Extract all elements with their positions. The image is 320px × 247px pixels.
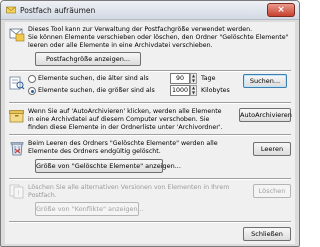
days-unit-label: Tage	[201, 75, 216, 82]
conflicts-icon: !	[9, 184, 24, 199]
svg-text:!: !	[17, 190, 19, 197]
larger-than-size-input[interactable]: 1000	[170, 85, 190, 96]
separator	[9, 70, 291, 72]
autoarchive-button[interactable]: AutoArchivieren	[239, 108, 292, 122]
larger-than-size-stepper[interactable]: ▲ ▼	[190, 85, 197, 96]
delete-conflicts-button[interactable]: Löschen	[253, 184, 291, 198]
separator	[9, 221, 291, 223]
older-than-days-input[interactable]: 90	[170, 73, 190, 84]
autoarchive-icon	[9, 110, 24, 123]
deleted-items-icon	[10, 142, 24, 156]
kilobytes-unit-label: Kilobytes	[201, 87, 230, 94]
close-window-button[interactable]: ×	[267, 3, 295, 17]
search-button[interactable]: Suchen...	[243, 74, 287, 88]
separator	[9, 178, 291, 180]
autoarchive-description-line3: finden diese Elemente in der Ordnerliste…	[28, 124, 223, 131]
show-conflicts-size-button[interactable]: Größe von "Konflikte" anzeigen...	[35, 202, 144, 216]
empty-deleted-description-line2: Elemente des Ordners endgültig gelöscht.	[28, 148, 161, 155]
larger-than-radio[interactable]	[28, 87, 36, 95]
mailbox-tool-icon	[9, 28, 25, 42]
section1-description-line1: Dieses Tool kann zur Verwaltung der Post…	[28, 26, 253, 33]
separator	[9, 134, 291, 136]
empty-button[interactable]: Leeren	[253, 142, 291, 156]
older-than-label: Elemente suchen, die älter sind als	[38, 75, 149, 82]
close-button[interactable]: Schließen	[243, 227, 291, 241]
separator	[9, 102, 291, 104]
show-mailbox-size-button[interactable]: Postfachgröße anzeigen...	[35, 52, 141, 66]
section1-description-line2: Sie können Elemente verschieben oder lös…	[28, 34, 289, 41]
show-deleted-items-size-button[interactable]: Größe von "Gelöschte Elemente" anzeigen.…	[35, 159, 181, 173]
conflicts-description-line2: Postfach.	[28, 192, 57, 199]
window-title: Postfach aufräumen	[20, 6, 96, 15]
older-than-days-stepper[interactable]: ▲ ▼	[190, 73, 197, 84]
larger-than-label: Elemente suchen, die größer sind als	[38, 87, 155, 94]
dialog-content: Dieses Tool kann zur Verwaltung der Post…	[5, 22, 295, 244]
title-bar: Postfach aufräumen ×	[1, 1, 299, 20]
conflicts-description-line1: Löschen Sie alle alternativen Versionen …	[28, 184, 230, 191]
dialog-window: Postfach aufräumen × Dieses Tool kann zu…	[0, 0, 300, 247]
empty-deleted-description-line1: Beim Leeren des Ordners "Gelöschte Eleme…	[28, 140, 218, 147]
older-than-radio[interactable]	[28, 75, 36, 83]
autoarchive-description-line1: Wenn Sie auf 'AutoArchivieren' klicken, …	[28, 108, 222, 115]
section1-description-line3: leeren oder alle Elemente in eine Archiv…	[28, 42, 213, 49]
autoarchive-description-line2: in eine Archivdatei auf diesem Computer …	[28, 116, 210, 123]
find-items-icon	[9, 76, 25, 90]
mailbox-icon	[6, 6, 16, 14]
